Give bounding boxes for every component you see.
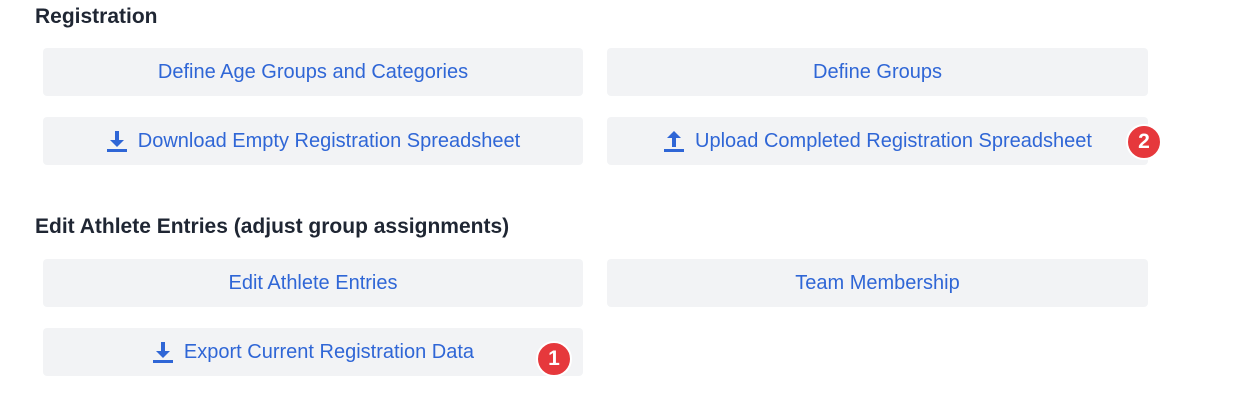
edit-athlete-entries-button[interactable]: Edit Athlete Entries [43,259,583,307]
team-membership-label: Team Membership [795,271,960,294]
download-icon [106,130,128,152]
registration-page: Registration Define Age Groups and Categ… [0,0,1237,408]
team-membership-button[interactable]: Team Membership [607,259,1148,307]
export-registration-data-label: Export Current Registration Data [183,340,475,363]
step-badge-2: 2 [1126,124,1162,160]
upload-completed-spreadsheet-label: Upload Completed Registration Spreadshee… [695,129,1092,152]
download-empty-spreadsheet-label: Download Empty Registration Spreadsheet [137,129,521,152]
upload-completed-spreadsheet-button[interactable]: Upload Completed Registration Spreadshee… [607,117,1148,165]
download-empty-spreadsheet-button[interactable]: Download Empty Registration Spreadsheet [43,117,583,165]
edit-athlete-entries-label: Edit Athlete Entries [228,271,398,294]
define-age-groups-label: Define Age Groups and Categories [157,60,469,83]
registration-heading: Registration [35,5,158,28]
define-age-groups-button[interactable]: Define Age Groups and Categories [43,48,583,96]
export-registration-data-button[interactable]: Export Current Registration Data [43,328,583,376]
athlete-entries-heading: Edit Athlete Entries (adjust group assig… [35,215,510,238]
define-groups-label: Define Groups [813,60,942,83]
define-groups-button[interactable]: Define Groups [607,48,1148,96]
step-badge-1: 1 [536,341,572,377]
download-icon [152,341,174,363]
upload-icon [663,130,685,152]
